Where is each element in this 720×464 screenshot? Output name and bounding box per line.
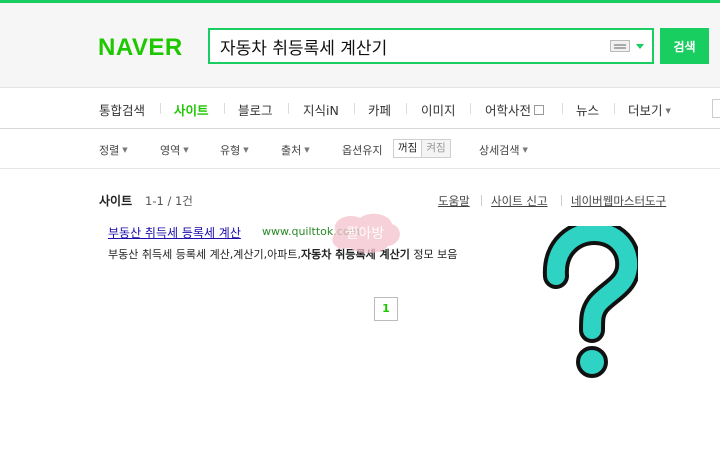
- search-input[interactable]: [220, 34, 600, 58]
- tab-dictionary-label: 어학사전: [485, 103, 532, 118]
- search-tabs: 통합검색 사이트 블로그 지식iN 카페 이미지 어학사전 뉴스 더보기 ▼: [0, 88, 720, 129]
- tab-more-label: 더보기: [628, 103, 663, 118]
- filter-detail-search[interactable]: 상세검색 ▼: [479, 142, 528, 158]
- filter-source-label: 출처: [281, 144, 302, 157]
- dictionary-popup-icon: [534, 105, 545, 115]
- tab-divider: [288, 103, 289, 114]
- filter-type[interactable]: 유형 ▼: [220, 142, 249, 158]
- link-divider: [561, 195, 562, 206]
- link-divider: [481, 195, 482, 206]
- tab-integrated[interactable]: 통합검색: [99, 100, 145, 119]
- option-keep-toggle[interactable]: 꺼짐 켜짐: [393, 139, 451, 158]
- chevron-down-icon: ▼: [304, 146, 310, 154]
- question-mark-icon: [542, 226, 638, 378]
- chevron-down-icon: ▼: [522, 146, 528, 154]
- option-keep-label: 옵션유지: [342, 144, 383, 157]
- webmaster-tools-link[interactable]: 네이버웹마스터도구: [571, 193, 666, 209]
- tab-image[interactable]: 이미지: [421, 100, 456, 119]
- tab-divider: [354, 103, 355, 114]
- tab-divider: [614, 103, 615, 114]
- chevron-down-icon: ▼: [183, 146, 189, 154]
- tab-divider: [160, 103, 161, 114]
- chevron-down-icon: ▼: [122, 146, 128, 154]
- tab-kin[interactable]: 지식iN: [303, 100, 339, 119]
- filter-type-label: 유형: [220, 144, 241, 157]
- keyboard-icon[interactable]: [610, 40, 630, 52]
- toggle-off-option[interactable]: 꺼짐: [394, 140, 423, 157]
- search-box[interactable]: [208, 28, 654, 64]
- toggle-on-option[interactable]: 켜짐: [422, 140, 450, 157]
- tab-divider: [224, 103, 225, 114]
- filter-area-label: 영역: [160, 144, 181, 157]
- result-title-link[interactable]: 부동산 취득세 등록세 계산: [108, 224, 241, 241]
- result-desc-text: 부동산 취득세 등록세 계산,계산기,아파트,: [108, 248, 302, 261]
- report-site-link[interactable]: 사이트 신고: [491, 193, 548, 209]
- filter-detail-label: 상세검색: [479, 144, 520, 157]
- chevron-down-icon: ▼: [243, 146, 249, 154]
- filter-area[interactable]: 영역 ▼: [160, 142, 189, 158]
- filter-source[interactable]: 출처 ▼: [281, 142, 310, 158]
- tab-dictionary[interactable]: 어학사전: [485, 100, 545, 119]
- search-filters: 정렬 ▼ 영역 ▼ 유형 ▼ 출처 ▼ 옵션유지 꺼짐 켜짐 상세검색 ▼: [0, 129, 720, 169]
- filter-sort-label: 정렬: [99, 144, 120, 157]
- result-count: 1-1 / 1건: [145, 194, 193, 208]
- tab-divider: [406, 103, 407, 114]
- tab-news[interactable]: 뉴스: [576, 100, 599, 119]
- side-panel-edge: [712, 99, 720, 118]
- tab-divider: [562, 103, 563, 114]
- section-title: 사이트: [99, 194, 133, 208]
- help-link[interactable]: 도움말: [438, 193, 470, 209]
- tab-blog[interactable]: 블로그: [238, 100, 273, 119]
- header: NAVER 검색: [0, 3, 720, 88]
- tab-site[interactable]: 사이트: [174, 100, 209, 119]
- tab-more[interactable]: 더보기 ▼: [628, 100, 671, 119]
- result-description: 부동산 취득세 등록세 계산,계산기,아파트,자동차 취등록세 계산기 정모 보…: [108, 246, 457, 262]
- naver-logo[interactable]: NAVER: [98, 34, 183, 62]
- pagination-current-page[interactable]: 1: [374, 297, 398, 321]
- watermark-text: 퀼아방: [346, 226, 385, 242]
- result-desc-tail: 정모 보음: [409, 248, 458, 261]
- tab-divider: [470, 103, 471, 114]
- filter-sort[interactable]: 정렬 ▼: [99, 142, 128, 158]
- watermark-stamp: 퀼아방: [332, 213, 400, 253]
- tab-cafe[interactable]: 카페: [368, 100, 391, 119]
- chevron-down-icon: ▼: [665, 107, 671, 115]
- autocomplete-toggle-icon[interactable]: [636, 44, 644, 49]
- search-button[interactable]: 검색: [660, 28, 709, 64]
